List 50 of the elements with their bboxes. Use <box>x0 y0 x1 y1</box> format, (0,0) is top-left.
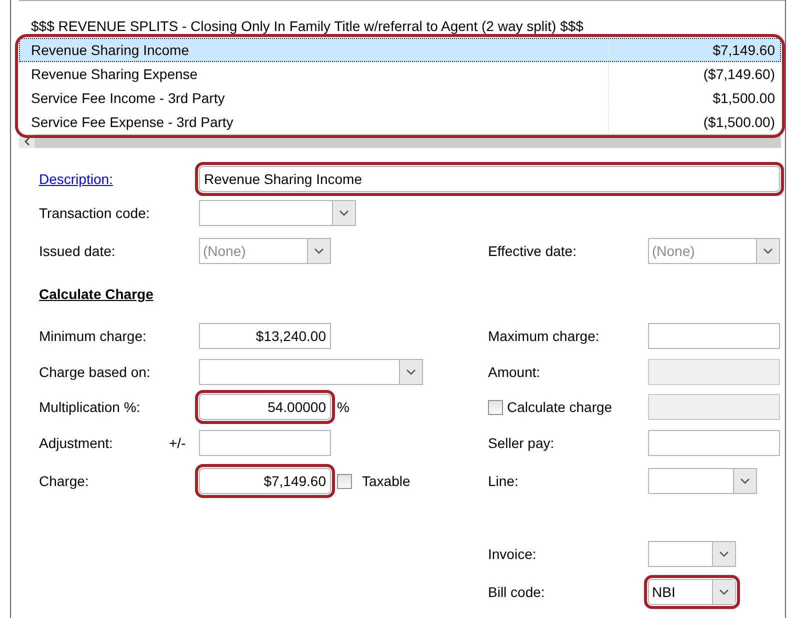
list-cell: $1,500.00 <box>608 87 780 109</box>
seller-pay-field[interactable] <box>648 430 780 456</box>
list-row[interactable]: Service Fee Income - 3rd Party $1,500.00 <box>19 86 781 110</box>
field-label: Amount: <box>488 364 542 380</box>
field-label: Transaction code: <box>39 205 151 221</box>
field-label: Maximum charge: <box>488 328 600 344</box>
field-label: Seller pay: <box>488 435 556 451</box>
field-label: Minimum charge: <box>39 328 148 344</box>
chevron-down-icon <box>339 210 349 216</box>
field-label: Invoice: <box>488 546 536 562</box>
line-dropdown[interactable] <box>648 468 757 494</box>
list-row[interactable]: Revenue Sharing Expense ($7,149.60) <box>19 62 781 86</box>
chevron-down-icon <box>719 589 729 595</box>
checkbox[interactable] <box>337 474 352 488</box>
description-link[interactable]: Description: <box>39 171 169 187</box>
field-label: Bill code: <box>488 584 545 600</box>
field-label: Adjustment: <box>39 435 114 451</box>
field-label: Issued date: <box>39 243 116 259</box>
list-row[interactable]: Service Fee Expense - 3rd Party ($1,500.00) <box>19 110 781 134</box>
section-heading: Calculate Charge <box>39 286 154 302</box>
plus-minus-label: +/- <box>169 435 187 451</box>
list-cell-text: Revenue Sharing Expense <box>30 66 199 82</box>
chevron-down-icon <box>719 551 729 557</box>
checkbox-label: Taxable <box>362 473 410 489</box>
chevron-down-icon <box>314 248 324 254</box>
field-label: Charge: <box>39 473 90 489</box>
charge-based-on-dropdown[interactable] <box>199 359 423 385</box>
list-cell-text: Revenue Sharing Income <box>30 42 190 58</box>
adjustment-field[interactable] <box>199 430 331 456</box>
checkbox-label: Calculate charge <box>507 399 612 415</box>
list-cell: ($1,500.00) <box>608 111 780 133</box>
list-cell-text: Service Fee Expense - 3rd Party <box>30 114 234 130</box>
chevron-down-icon <box>763 248 773 254</box>
chevron-left-icon <box>24 136 30 146</box>
field-label: Charge based on: <box>39 364 152 380</box>
list-cell-text: Service Fee Income - 3rd Party <box>30 90 226 106</box>
list-cell: ($7,149.60) <box>608 63 780 85</box>
invoice-dropdown[interactable] <box>648 541 736 567</box>
list-cell: $7,149.60 <box>608 39 780 61</box>
minimum-charge-field[interactable]: $13,240.00 <box>199 323 331 349</box>
maximum-charge-field[interactable] <box>648 323 780 349</box>
list-row[interactable]: Revenue Sharing Income $7,149.60 <box>19 38 781 62</box>
chevron-down-icon <box>406 369 416 375</box>
field-label: Effective date: <box>488 243 578 259</box>
field-label: Line: <box>488 473 520 489</box>
transaction-code-dropdown[interactable] <box>199 200 356 226</box>
group-heading: $$$ REVENUE SPLITS - Closing Only In Family Title w/referral to Agent (2 way split) $$$ <box>30 17 584 36</box>
percent-sign: % <box>337 399 350 415</box>
chevron-down-icon <box>740 478 750 484</box>
field-label: Multiplication %: <box>39 399 142 415</box>
